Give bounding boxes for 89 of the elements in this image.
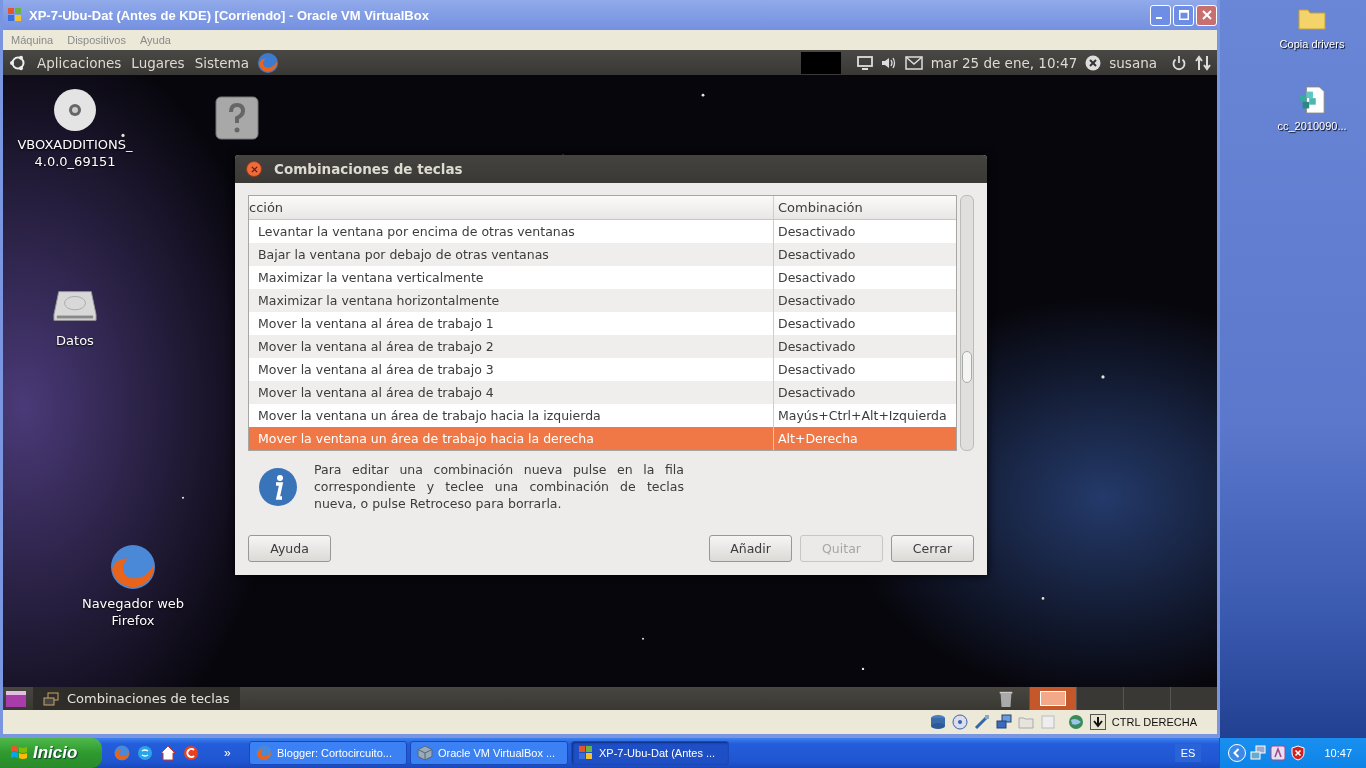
dialog-button[interactable]: Cerrar (891, 535, 974, 562)
table-row[interactable]: Bajar la ventana por debajo de otras ventanas Desactivado (249, 243, 956, 266)
close-icon (250, 165, 258, 173)
dialog-button[interactable]: Ayuda (248, 535, 331, 562)
action-cell: Mover la ventana al área de trabajo 4 (249, 381, 774, 404)
windows-logo-icon (10, 744, 28, 762)
icon-label[interactable]: cc_2010090... (1277, 120, 1347, 132)
chat-icon[interactable] (137, 745, 153, 761)
shortcut-cell-text: Desactivado (777, 384, 857, 402)
table-row[interactable]: Maximizar la ventana horizontalmente Desactivado (249, 289, 956, 312)
optical-disc-icon[interactable] (951, 714, 968, 730)
table-row[interactable]: Mover la ventana al área de trabajo 4 Desactivado (249, 381, 956, 404)
disc-icon[interactable] (53, 88, 97, 132)
ubuntu-logo-icon[interactable] (9, 53, 27, 72)
shortcut-cell-text: Desactivado (777, 246, 857, 264)
shortcut-cell-text: Desactivado (777, 361, 857, 379)
action-cell: Mover la ventana un área de trabajo hacia la derecha (249, 427, 774, 450)
network-icon[interactable] (995, 714, 1012, 730)
app-logo-icon (7, 7, 23, 23)
dialog-title: Combinaciones de teclas (274, 161, 463, 177)
taskbar-button[interactable]: XP-7-Ubu-Dat (Antes ... (571, 741, 729, 765)
icon-label[interactable]: VBOXADDITIONS_ 4.0.0_69151 (3, 136, 150, 170)
home-icon[interactable] (160, 745, 176, 761)
host-key-label: CTRL DERECHA (1111, 716, 1197, 728)
registry-file-icon[interactable] (1298, 86, 1326, 114)
column-header[interactable]: cción (249, 196, 774, 219)
icon-label[interactable]: Navegador web Firefox (75, 595, 191, 629)
workspace-switcher-cell[interactable] (1076, 687, 1123, 710)
firefox-icon (256, 745, 272, 761)
mail-icon[interactable] (904, 53, 923, 72)
cube-icon (417, 745, 433, 761)
shortcut-cell-text: Desactivado (777, 292, 857, 310)
taskbar-button[interactable]: Oracle VM VirtualBox ... (410, 741, 568, 765)
hard-disk-icon[interactable] (929, 714, 946, 730)
user-name[interactable]: susana (1109, 54, 1157, 71)
more-button[interactable]: » (224, 746, 231, 760)
app-logo-icon (578, 745, 594, 761)
maximize-button[interactable] (1173, 4, 1194, 26)
status-icon[interactable] (1085, 54, 1102, 71)
clock[interactable]: 10:47 (1324, 747, 1352, 759)
close-icon (1201, 10, 1212, 20)
taskbar-button[interactable]: Combinaciones de teclas (33, 687, 240, 710)
shield-icon[interactable] (1290, 745, 1307, 761)
action-cell: Maximizar la ventana horizontalmente (249, 289, 774, 312)
column-header[interactable]: Combinación (774, 196, 956, 219)
windows-icon (43, 690, 59, 707)
unknown-file-icon[interactable] (215, 96, 259, 140)
network-icon[interactable] (1250, 745, 1267, 761)
app-tray-icon[interactable] (1270, 745, 1287, 761)
start-button[interactable]: Inicio (0, 738, 102, 768)
action-cell: Mover la ventana al área de trabajo 2 (249, 335, 774, 358)
action-cell: Bajar la ventana por debajo de otras ventanas (249, 243, 774, 266)
panel-menu[interactable]: Aplicaciones (37, 54, 122, 71)
globe-icon[interactable] (1067, 714, 1084, 730)
usb-icon[interactable] (973, 714, 990, 730)
close-button[interactable] (246, 161, 262, 177)
workspace-switcher-cell[interactable] (1029, 687, 1076, 710)
minimize-button[interactable] (1150, 4, 1171, 26)
dialog-button[interactable]: Añadir (709, 535, 792, 562)
network-arrows-icon[interactable] (1195, 54, 1211, 71)
scrollbar[interactable] (960, 195, 974, 451)
shortcut-cell-text: Desactivado (777, 338, 857, 356)
download-arrow-icon[interactable] (1089, 714, 1106, 730)
panel-menu[interactable]: Sistema (194, 54, 249, 71)
panel-menu[interactable]: Lugares (131, 54, 185, 71)
table-row[interactable]: Mover la ventana al área de trabajo 2 Desactivado (249, 335, 956, 358)
shortcut-cell-text: Alt+Derecha (777, 430, 859, 448)
shortcut-cell-text: Desactivado (777, 269, 857, 287)
monitor-icon[interactable] (856, 54, 873, 71)
maximize-icon (1178, 10, 1189, 20)
taskbar-button[interactable]: Blogger: Cortocircuito... (249, 741, 407, 765)
shortcut-cell-text: Desactivado (777, 223, 857, 241)
trash-icon[interactable] (997, 689, 1015, 708)
workspace-switcher-cell[interactable] (1170, 687, 1217, 710)
icon-label[interactable]: Copia drivers (1279, 38, 1345, 50)
icon-label[interactable]: Datos (3, 332, 150, 349)
power-icon[interactable] (1171, 54, 1187, 71)
cleaner-icon[interactable] (183, 745, 199, 761)
minimize-icon (1156, 17, 1162, 19)
info-text: Para editar una combinación nueva pulse en la fila correspondiente y teclee una combinación de teclas nueva, o pulse Retroceso para borrarla. (314, 461, 684, 512)
shortcut-cell-text: Desactivado (777, 315, 857, 333)
window-title: XP-7-Ubu-Dat (Antes de KDE) [Corriendo] - Oracle VM VirtualBox (29, 7, 430, 23)
shortcut-cell-text: Mayús+Ctrl+Alt+Izquierda (777, 407, 948, 425)
clock[interactable]: mar 25 de ene, 10:47 (930, 54, 1078, 71)
language-indicator[interactable]: ES (1174, 744, 1202, 762)
firefox-icon[interactable] (257, 51, 279, 74)
firefox-icon[interactable] (109, 543, 157, 591)
workspace-switcher-cell[interactable] (1123, 687, 1170, 710)
info-icon (258, 466, 298, 507)
